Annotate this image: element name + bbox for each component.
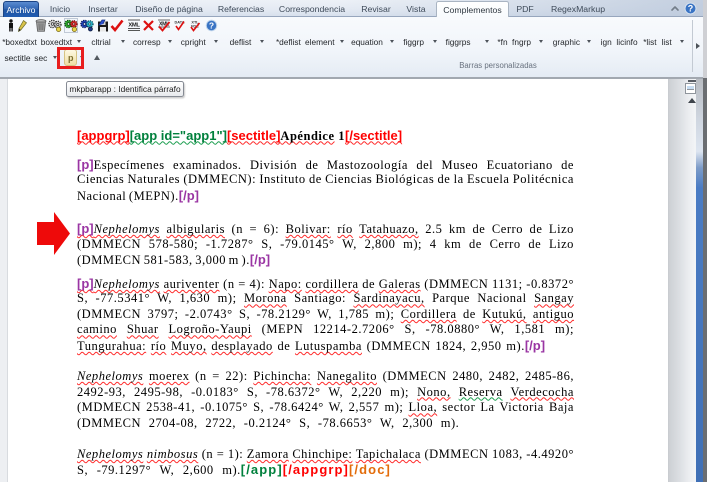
svg-text:?: ? bbox=[687, 3, 693, 13]
svg-text:XML: XML bbox=[128, 23, 140, 29]
svg-text:?: ? bbox=[209, 20, 214, 30]
